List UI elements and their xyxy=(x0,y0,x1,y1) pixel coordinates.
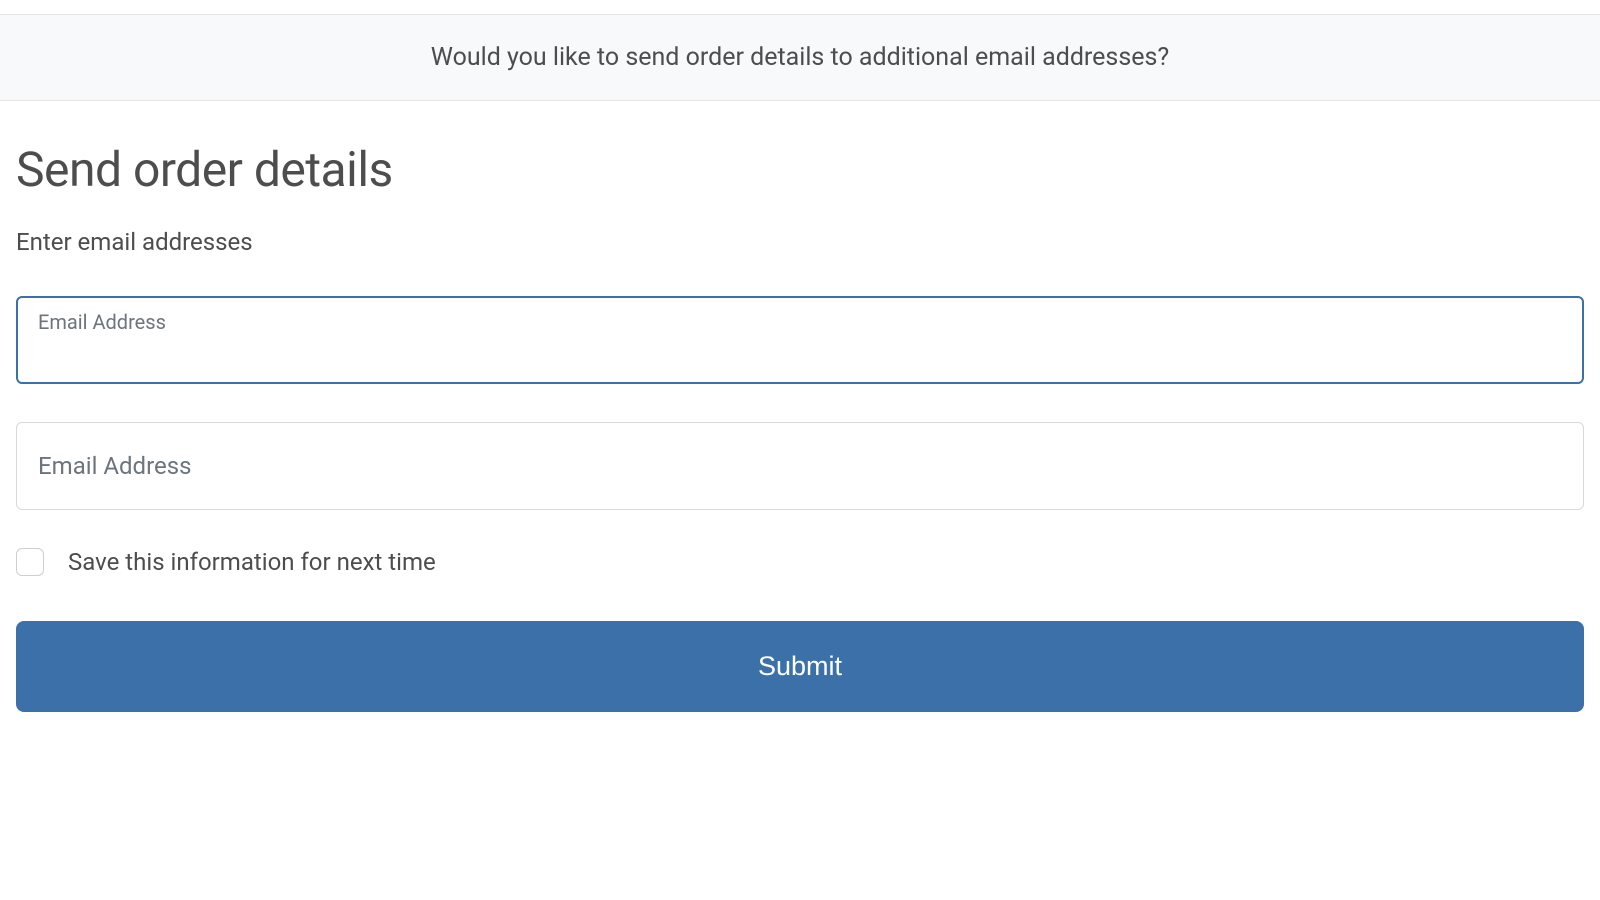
form-sublabel: Enter email addresses xyxy=(16,228,1584,256)
save-info-row: Save this information for next time xyxy=(16,548,1584,576)
email-field-1[interactable] xyxy=(16,296,1584,384)
email-field-2-wrapper: Email Address xyxy=(16,422,1584,510)
page-title: Send order details xyxy=(16,141,1584,198)
save-info-label: Save this information for next time xyxy=(68,548,436,576)
email-field-2[interactable] xyxy=(16,422,1584,510)
info-banner: Would you like to send order details to … xyxy=(0,14,1600,101)
save-info-checkbox[interactable] xyxy=(16,548,44,576)
email-field-1-wrapper: Email Address xyxy=(16,296,1584,384)
form-content: Send order details Enter email addresses… xyxy=(0,101,1600,732)
banner-text: Would you like to send order details to … xyxy=(431,43,1169,72)
submit-button[interactable]: Submit xyxy=(16,621,1584,712)
